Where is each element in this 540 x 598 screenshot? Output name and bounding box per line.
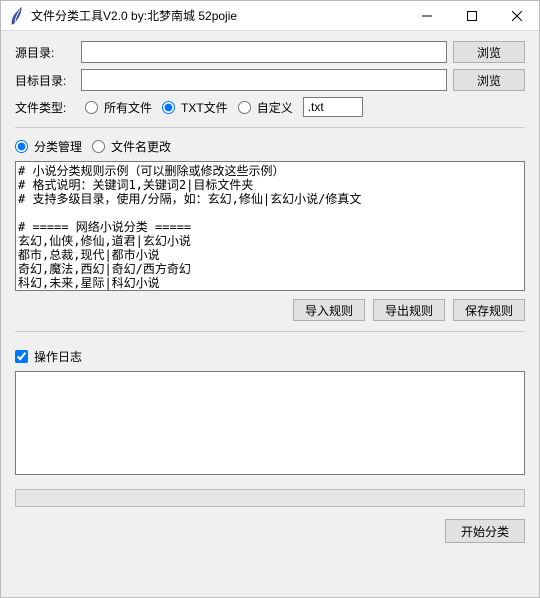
close-button[interactable]: [494, 1, 539, 31]
target-dir-label: 目标目录:: [15, 72, 75, 89]
file-type-txt-radio[interactable]: TXT文件: [162, 99, 228, 116]
log-checkbox[interactable]: 操作日志: [15, 348, 82, 365]
file-type-txt-label: TXT文件: [181, 99, 228, 116]
file-type-label: 文件类型:: [15, 99, 75, 116]
browse-target-button[interactable]: 浏览: [453, 69, 525, 91]
target-dir-input[interactable]: [81, 69, 447, 91]
titlebar: 文件分类工具V2.0 by:北梦南城 52pojie: [1, 1, 539, 31]
mode-classify-radio[interactable]: 分类管理: [15, 138, 82, 155]
log-check-row: 操作日志: [15, 348, 525, 365]
progress-bar: [15, 489, 525, 507]
log-checkbox-label: 操作日志: [34, 348, 82, 365]
mode-rename-label: 文件名更改: [111, 138, 171, 155]
mode-rename-radio[interactable]: 文件名更改: [92, 138, 171, 155]
start-button[interactable]: 开始分类: [445, 519, 525, 543]
separator-2: [15, 331, 525, 332]
window-title: 文件分类工具V2.0 by:北梦南城 52pojie: [31, 7, 404, 24]
export-rules-button[interactable]: 导出规则: [373, 299, 445, 321]
rules-textarea[interactable]: [15, 161, 525, 291]
mode-row: 分类管理 文件名更改: [15, 138, 525, 155]
separator-1: [15, 127, 525, 128]
file-type-custom-radio[interactable]: 自定义: [238, 99, 293, 116]
file-type-row: 文件类型: 所有文件 TXT文件 自定义: [15, 97, 525, 117]
rules-button-row: 导入规则 导出规则 保存规则: [15, 299, 525, 321]
browse-source-button[interactable]: 浏览: [453, 41, 525, 63]
mode-classify-label: 分类管理: [34, 138, 82, 155]
source-dir-input[interactable]: [81, 41, 447, 63]
source-dir-row: 源目录: 浏览: [15, 41, 525, 63]
file-type-all-label: 所有文件: [104, 99, 152, 116]
maximize-button[interactable]: [449, 1, 494, 31]
file-type-custom-label: 自定义: [257, 99, 293, 116]
save-rules-button[interactable]: 保存规则: [453, 299, 525, 321]
source-dir-label: 源目录:: [15, 44, 75, 61]
minimize-button[interactable]: [404, 1, 449, 31]
app-window: 文件分类工具V2.0 by:北梦南城 52pojie 源目录: 浏览 目标目录:…: [0, 0, 540, 598]
app-icon: [6, 6, 26, 26]
start-row: 开始分类: [15, 519, 525, 543]
file-ext-input[interactable]: [303, 97, 363, 117]
log-textarea[interactable]: [15, 371, 525, 475]
file-type-all-radio[interactable]: 所有文件: [85, 99, 152, 116]
target-dir-row: 目标目录: 浏览: [15, 69, 525, 91]
content-area: 源目录: 浏览 目标目录: 浏览 文件类型: 所有文件 TXT文件 自定义: [1, 31, 539, 597]
import-rules-button[interactable]: 导入规则: [293, 299, 365, 321]
